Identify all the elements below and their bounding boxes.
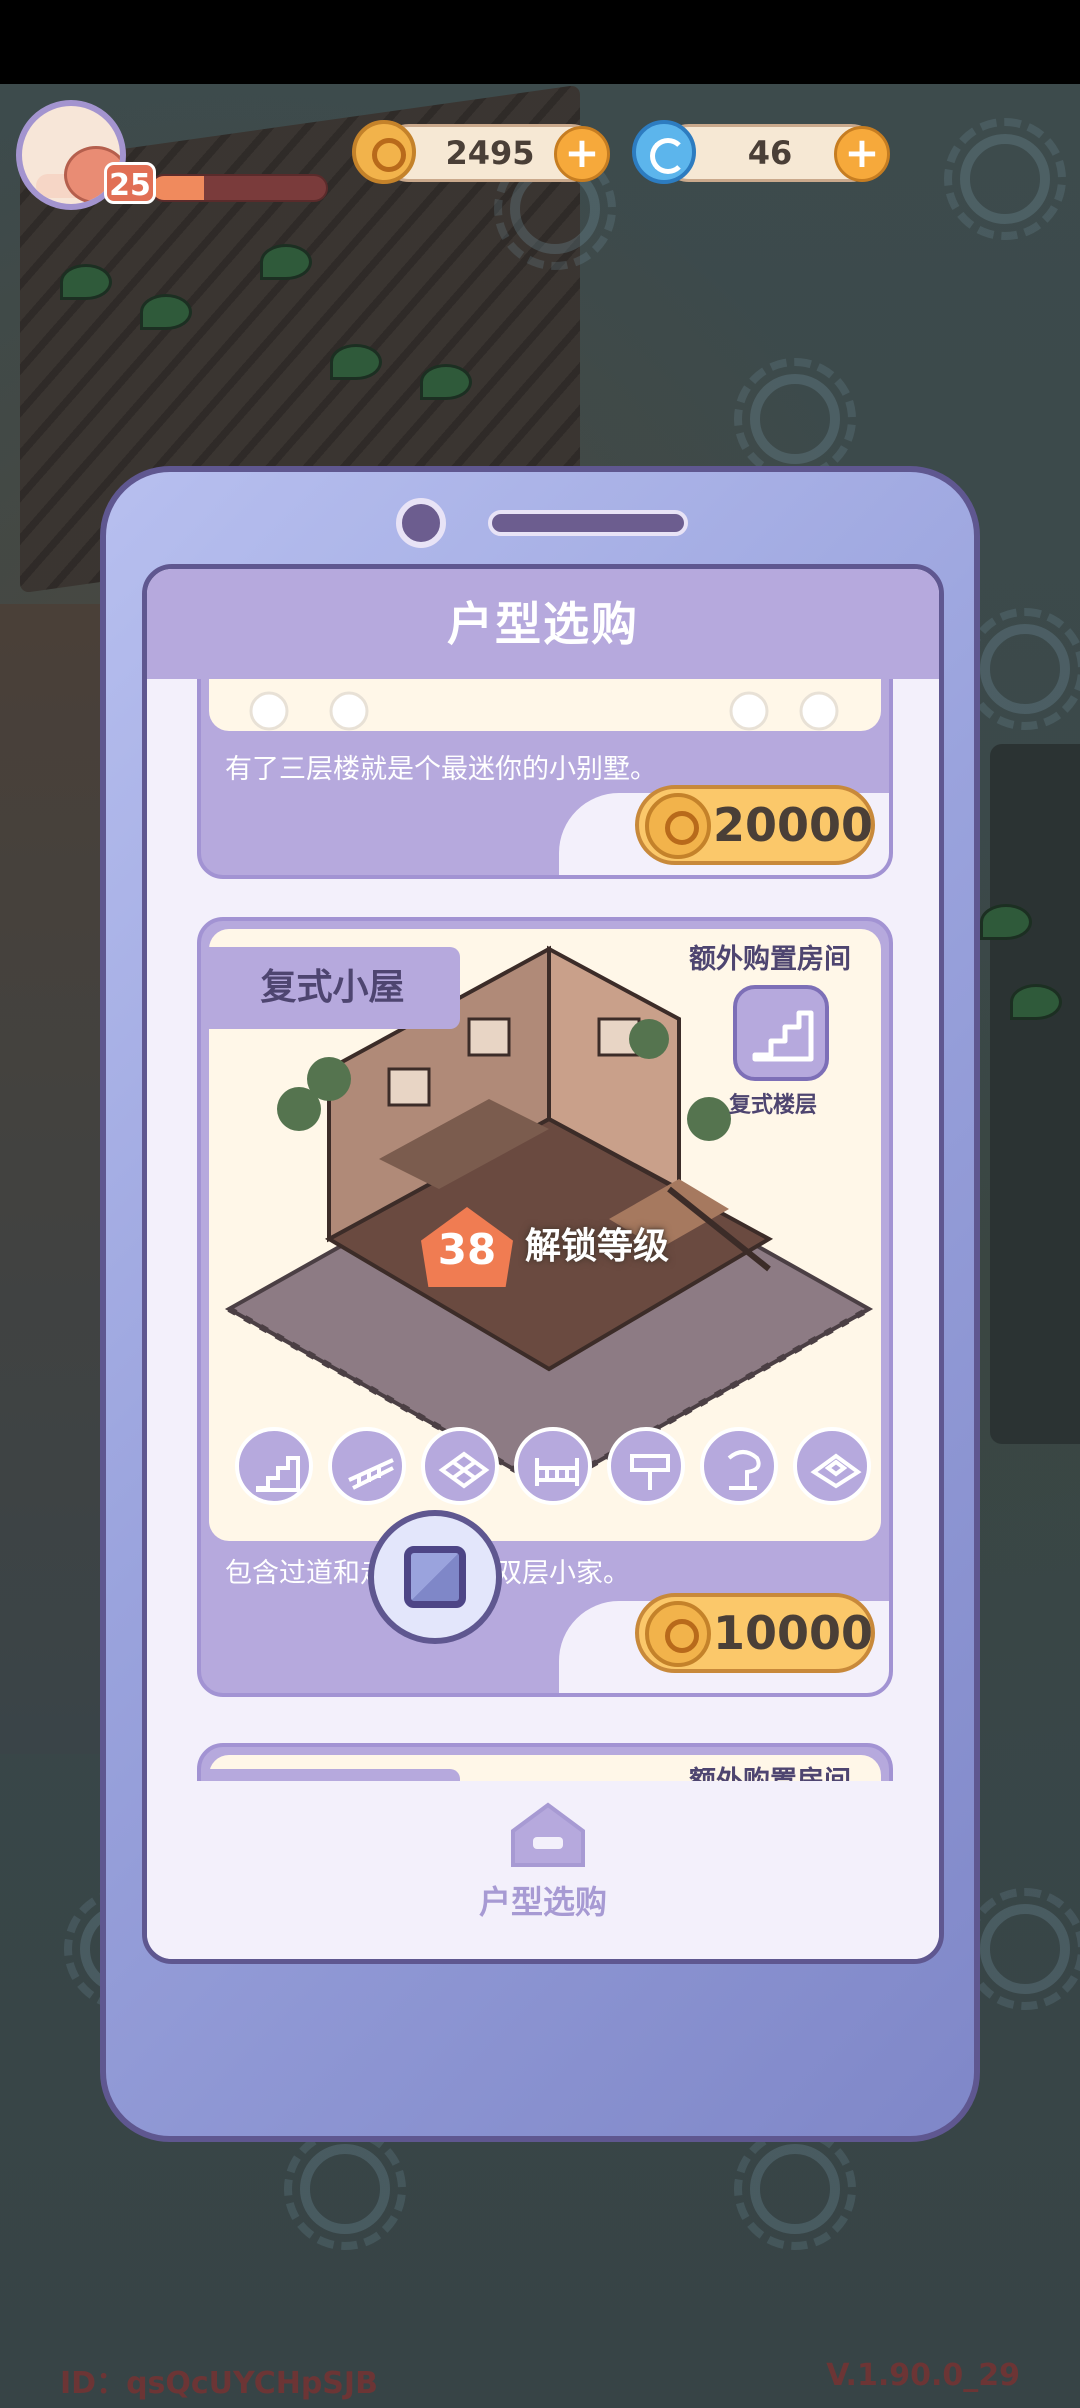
shop-screen: 户型选购 有了三层楼就是个最迷你的小别墅。 20000 复式小屋 额外购置房间 … [142,564,944,1964]
floorplan-list[interactable]: 有了三层楼就是个最迷你的小别墅。 20000 复式小屋 额外购置房间 复式楼层 … [147,679,939,1791]
stairs-icon [235,1427,313,1505]
buy-price-button[interactable]: 10000 [635,1593,875,1673]
floorplan-name: 复式小屋 [260,967,405,1008]
floorplan-card-duplex[interactable]: 复式小屋 额外购置房间 复式楼层 38 解锁等级 10000 [197,917,893,1697]
vine-leaf [420,364,472,400]
vine-leaf [260,244,312,280]
buy-price-button[interactable]: 20000 [635,785,875,865]
house-tab-icon[interactable] [507,1799,589,1869]
status-bar [0,0,1080,84]
floorplan-image: 复式小屋 额外购置房间 复式楼层 38 解锁等级 [205,929,881,1541]
floorplan-description: 有了三层楼就是个最迷你的小别墅。 [225,754,657,785]
extra-rooms-label: 额外购置房间 [689,944,851,975]
xp-bar [150,174,328,202]
vine-leaf [60,264,112,300]
rooftop-icon [793,1427,871,1505]
vine-leaf [140,294,192,330]
player-id: ID：qsQcUYCHpSJB [60,2366,378,2401]
phone-speaker [488,510,688,536]
stairs-icon [752,1010,814,1062]
price-value: 20000 [713,798,874,852]
floorplan-card-villa[interactable]: 有了三层楼就是个最迷你的小别墅。 20000 [197,679,893,879]
villa-house-icon [249,691,839,771]
unlock-level-text: 解锁等级 [525,1226,670,1267]
home-square-icon [404,1546,466,1608]
sun-pattern-icon [284,2128,406,2250]
spiral-gem-icon [632,120,696,184]
tab-floorplan-shop[interactable]: 户型选购 [147,1877,939,1923]
tree-icon [700,1427,778,1505]
price-value: 10000 [713,1606,874,1660]
shelf-decor [990,744,1080,1444]
vine-leaf [1010,984,1062,1020]
coin-icon [352,120,416,184]
version-label: V.1.90.0_29 [826,2358,1020,2393]
duplex-floor-label: 复式楼层 [729,1093,818,1118]
unlock-level-number: 38 [437,1225,497,1274]
xp-fill [152,176,205,200]
phone-camera [396,498,446,548]
phone-home-button[interactable] [368,1510,502,1644]
vine-leaf [980,904,1032,940]
sun-pattern-icon [964,1888,1080,2010]
add-coins-button[interactable]: + [554,126,610,182]
mailbox-icon [607,1427,685,1505]
player-level-badge: 25 [104,162,156,204]
sun-pattern-icon [964,608,1080,730]
railing-icon [328,1427,406,1505]
shop-title: 户型选购 [447,597,639,651]
sun-pattern-icon [734,358,856,480]
duplex-floor-button[interactable] [733,985,829,1081]
bed-icon [514,1427,592,1505]
shop-header: 户型选购 [147,569,939,679]
floorplan-name-tag: 复式小屋 [205,947,460,1029]
coin-icon [645,793,711,859]
coin-icon [645,1601,711,1667]
add-gems-button[interactable]: + [834,126,890,182]
shop-bottom-nav: 户型选购 [147,1781,939,1959]
sun-pattern-icon [944,118,1066,240]
floor-tile-icon [421,1427,499,1505]
sun-pattern-icon [734,2128,856,2250]
room-icons-row [235,1427,885,1507]
phone-frame: 户型选购 有了三层楼就是个最迷你的小别墅。 20000 复式小屋 额外购置房间 … [100,466,980,2142]
vine-leaf [330,344,382,380]
floorplan-image [209,679,881,771]
